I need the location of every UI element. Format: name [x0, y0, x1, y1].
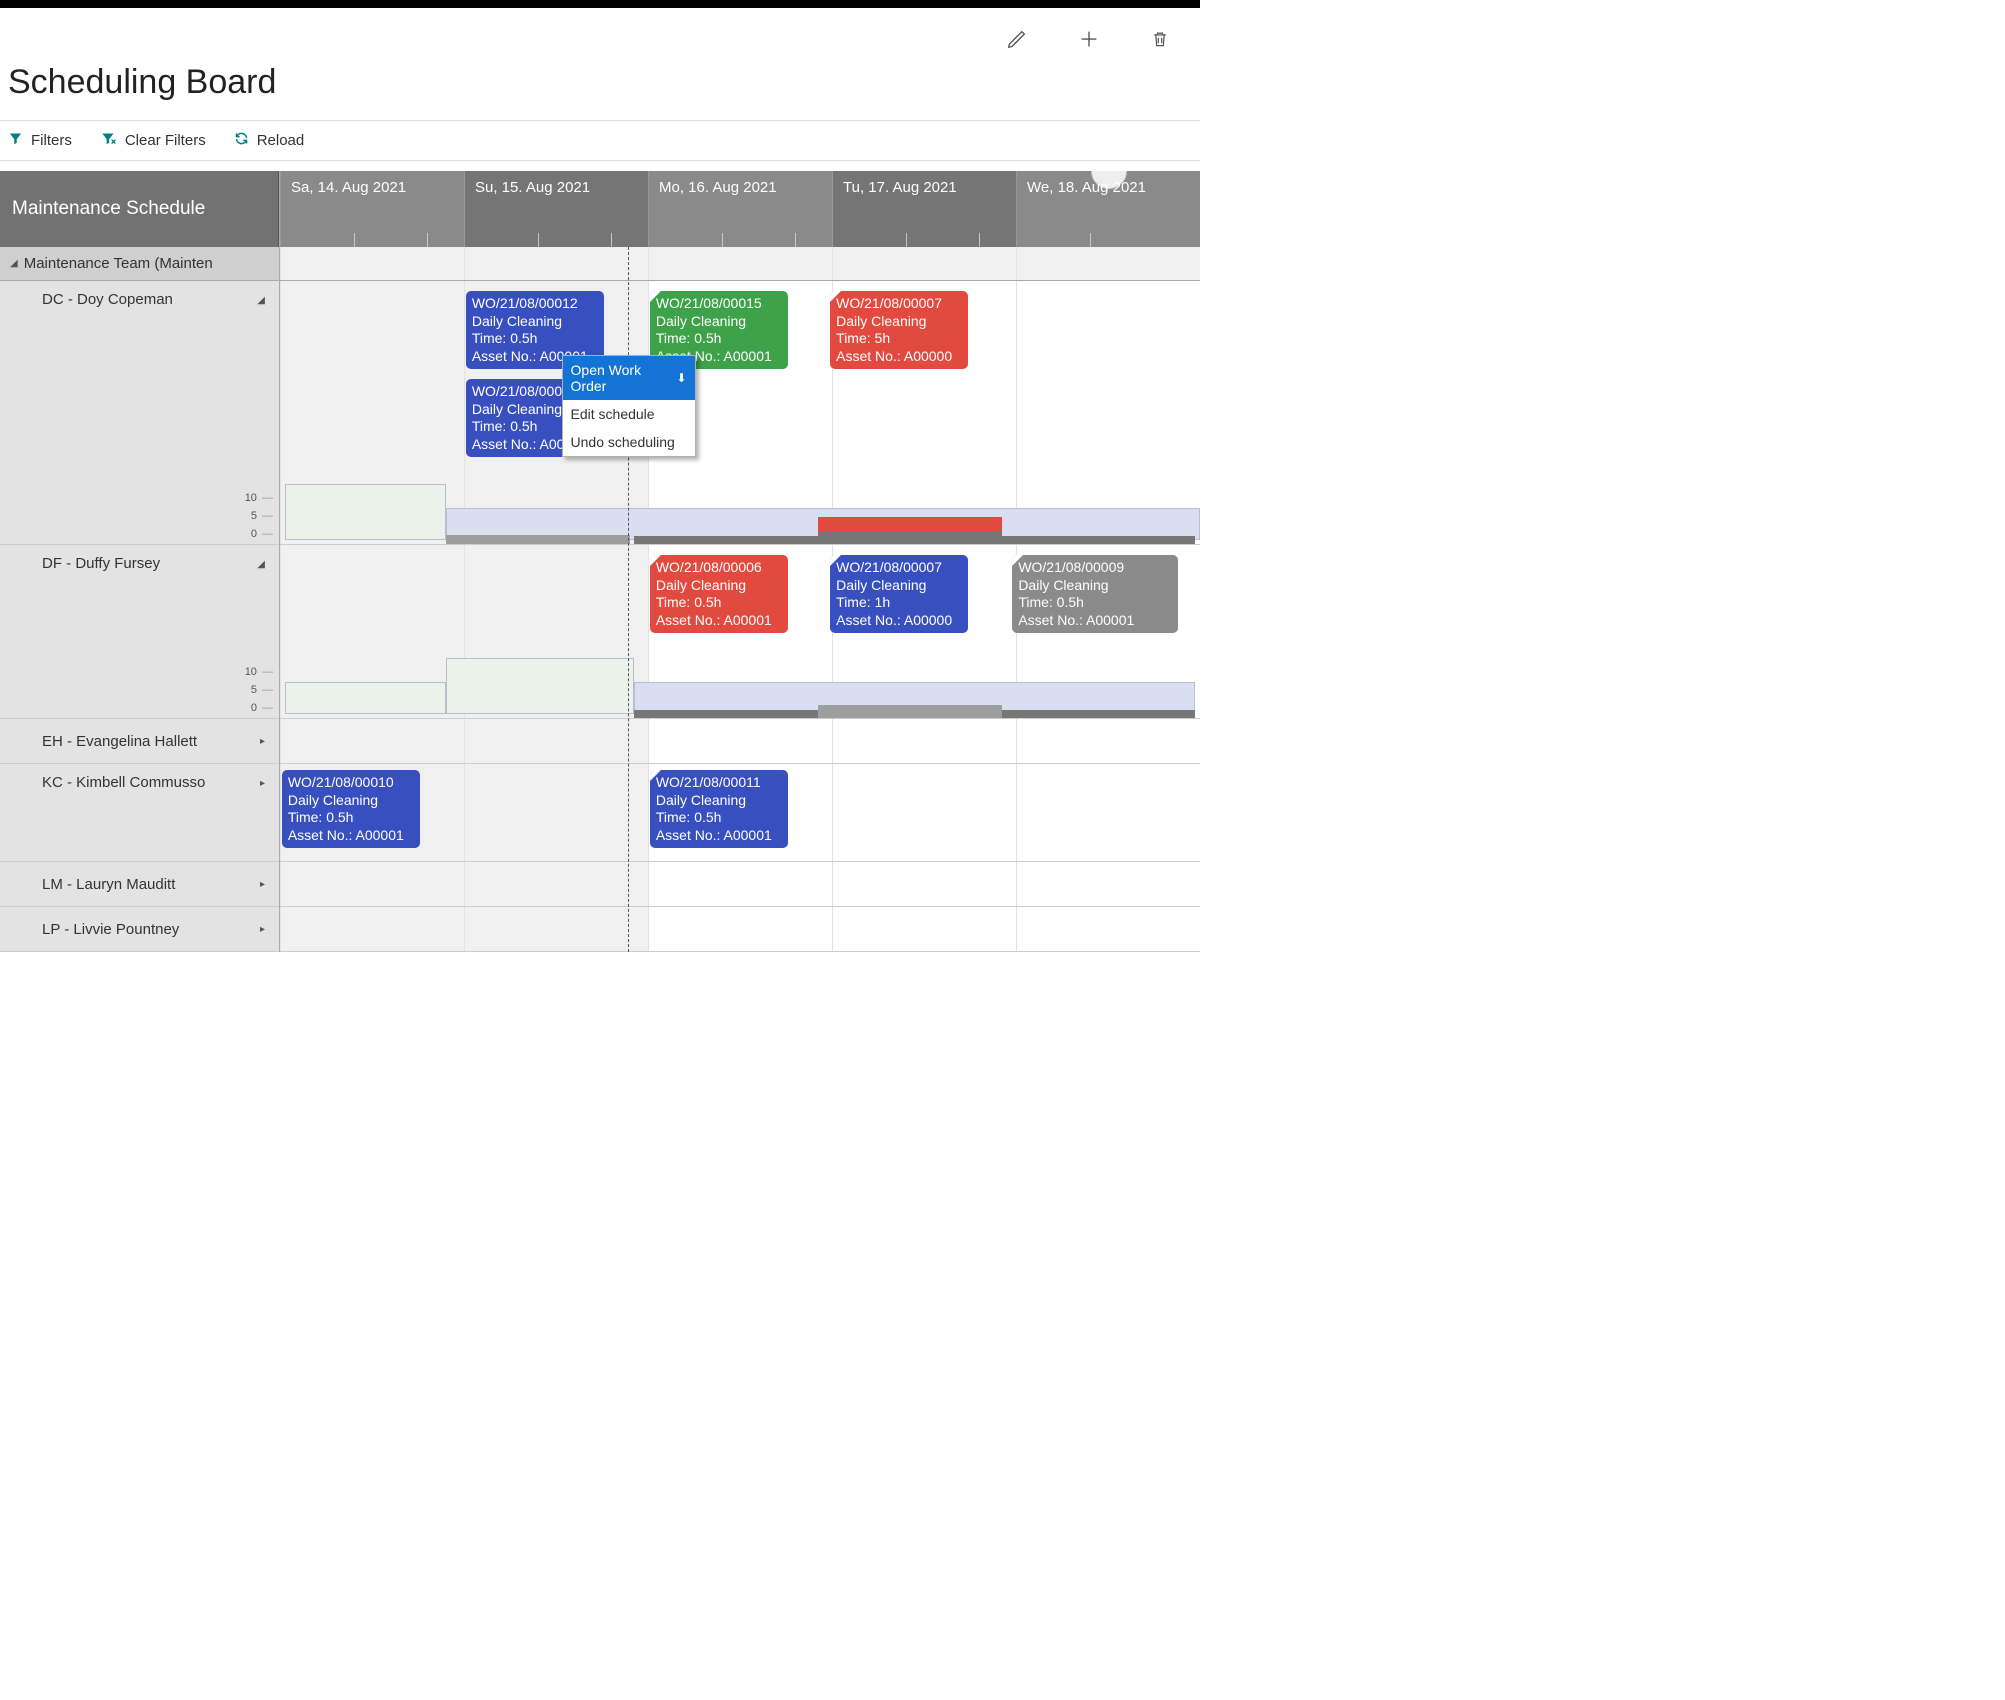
- team-grid-row: [280, 247, 1200, 281]
- delete-icon[interactable]: [1150, 28, 1170, 55]
- resource-name: DF - Duffy Fursey: [42, 555, 160, 572]
- timeline-row-lm[interactable]: [280, 862, 1200, 907]
- load-chart: [280, 654, 1200, 718]
- resource-row-df[interactable]: DF - Duffy Fursey ◢ 1050: [0, 545, 279, 719]
- card-fold-icon: [650, 770, 661, 781]
- filters-label: Filters: [31, 132, 72, 149]
- window-topbar: [0, 0, 1200, 8]
- collapse-icon: ◢: [257, 295, 265, 306]
- resource-column: Maintenance Schedule ◢ Maintenance Team …: [0, 171, 280, 952]
- funnel-icon: [8, 131, 23, 150]
- resource-name: LM - Lauryn Mauditt: [42, 876, 175, 893]
- timeline-area: Sa, 14. Aug 2021 Su, 15. Aug 2021 Mo, 16…: [280, 171, 1200, 952]
- expand-icon: ▸: [260, 879, 265, 890]
- clear-filters-label: Clear Filters: [125, 132, 206, 149]
- work-order-card[interactable]: WO/21/08/00010 Daily Cleaning Time: 0.5h…: [282, 770, 420, 848]
- context-menu-edit[interactable]: Edit schedule: [563, 400, 695, 428]
- clear-funnel-icon: [100, 131, 117, 150]
- card-fold-icon: [830, 291, 841, 302]
- page-title: Scheduling Board: [0, 63, 1200, 121]
- day-header[interactable]: Su, 15. Aug 2021: [464, 171, 648, 247]
- day-header[interactable]: Mo, 16. Aug 2021: [648, 171, 832, 247]
- timeline-row-eh[interactable]: [280, 719, 1200, 764]
- collapse-icon: ◢: [257, 559, 265, 570]
- work-order-card[interactable]: WO/21/08/00007 Daily Cleaning Time: 5h A…: [830, 291, 968, 369]
- day-header[interactable]: We, 18. Aug 2021: [1016, 171, 1200, 247]
- collapse-icon: ◢: [10, 258, 18, 269]
- timeline-row-df[interactable]: WO/21/08/00006 Daily Cleaning Time: 0.5h…: [280, 545, 1200, 719]
- team-header[interactable]: ◢ Maintenance Team (Mainten: [0, 247, 279, 281]
- y-axis-ticks: 1050: [245, 492, 273, 540]
- reload-button[interactable]: Reload: [234, 131, 305, 150]
- load-chart: [280, 480, 1200, 544]
- card-fold-icon: [1012, 555, 1023, 566]
- team-name: Maintenance Team (Mainten: [24, 255, 213, 272]
- clear-filters-button[interactable]: Clear Filters: [100, 131, 206, 150]
- card-fold-icon: [830, 555, 841, 566]
- context-menu: Open Work Order ⬇ Edit schedule Undo sch…: [562, 355, 696, 457]
- cursor-icon: ⬇: [676, 371, 686, 385]
- resource-row-eh[interactable]: EH - Evangelina Hallett ▸: [0, 719, 279, 764]
- resource-row-lm[interactable]: LM - Lauryn Mauditt ▸: [0, 862, 279, 907]
- board-header: Maintenance Schedule: [0, 171, 279, 247]
- context-menu-open[interactable]: Open Work Order ⬇: [563, 356, 695, 400]
- work-order-card[interactable]: WO/21/08/00009 Daily Cleaning Time: 0.5h…: [1012, 555, 1178, 633]
- add-icon[interactable]: [1078, 28, 1100, 55]
- resource-name: LP - Livvie Pountney: [42, 921, 179, 938]
- expand-icon: ▸: [260, 778, 265, 789]
- context-menu-undo[interactable]: Undo scheduling: [563, 428, 695, 456]
- timeline-row-lp[interactable]: [280, 907, 1200, 952]
- toolbar: Filters Clear Filters Reload: [0, 121, 1200, 161]
- day-header[interactable]: Tu, 17. Aug 2021: [832, 171, 1016, 247]
- now-indicator-line: [628, 247, 629, 952]
- action-row: [0, 8, 1200, 63]
- scheduling-board: Maintenance Schedule ◢ Maintenance Team …: [0, 171, 1200, 952]
- work-order-card[interactable]: WO/21/08/00011 Daily Cleaning Time: 0.5h…: [650, 770, 788, 848]
- day-header[interactable]: Sa, 14. Aug 2021: [280, 171, 464, 247]
- y-axis-ticks: 1050: [245, 666, 273, 714]
- edit-icon[interactable]: [1006, 28, 1028, 55]
- resource-name: DC - Doy Copeman: [42, 291, 173, 308]
- resource-name: KC - Kimbell Commusso: [42, 774, 205, 791]
- expand-icon: ▸: [260, 736, 265, 747]
- timeline-header: Sa, 14. Aug 2021 Su, 15. Aug 2021 Mo, 16…: [280, 171, 1200, 247]
- work-order-card[interactable]: WO/21/08/00007 Daily Cleaning Time: 1h A…: [830, 555, 968, 633]
- filters-button[interactable]: Filters: [8, 131, 72, 150]
- expand-icon: ▸: [260, 924, 265, 935]
- timeline-row-dc[interactable]: WO/21/08/00012 Daily Cleaning Time: 0.5h…: [280, 281, 1200, 545]
- resource-row-lp[interactable]: LP - Livvie Pountney ▸: [0, 907, 279, 952]
- reload-label: Reload: [257, 132, 305, 149]
- timeline-row-kc[interactable]: WO/21/08/00010 Daily Cleaning Time: 0.5h…: [280, 764, 1200, 862]
- card-fold-icon: [650, 291, 661, 302]
- work-order-card[interactable]: WO/21/08/00006 Daily Cleaning Time: 0.5h…: [650, 555, 788, 633]
- card-fold-icon: [650, 555, 661, 566]
- resource-row-kc[interactable]: KC - Kimbell Commusso ▸: [0, 764, 279, 862]
- resource-name: EH - Evangelina Hallett: [42, 733, 197, 750]
- resource-row-dc[interactable]: DC - Doy Copeman ◢ 1050: [0, 281, 279, 545]
- reload-icon: [234, 131, 249, 150]
